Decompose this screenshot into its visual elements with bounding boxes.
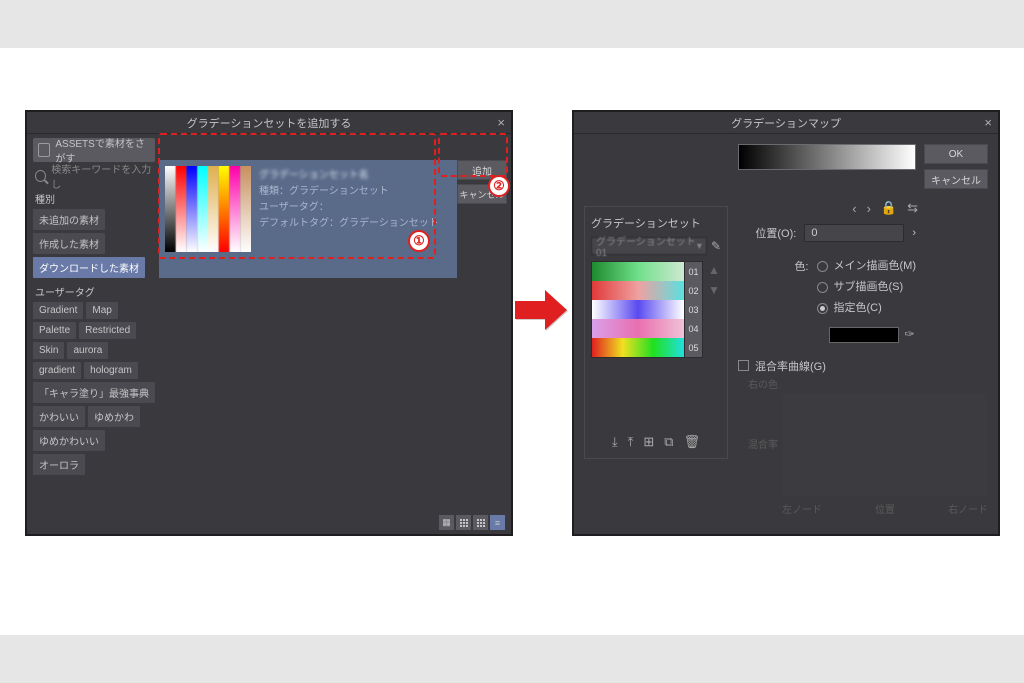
import-icon[interactable]: ⤓ [612, 434, 618, 450]
ok-button[interactable]: OK [924, 144, 988, 164]
user-tag-12[interactable]: オーロラ [33, 454, 85, 475]
page-top-bar [0, 0, 1024, 48]
swap-icon[interactable]: ⇆ [907, 200, 918, 216]
move-down-icon[interactable]: ▼ [708, 283, 720, 297]
kind-tags: 未追加の素材作成した素材ダウンロードした素材 [33, 209, 155, 278]
close-icon[interactable]: × [497, 115, 505, 130]
position-step-icon[interactable]: › [912, 227, 916, 239]
gradient-set-tools: ⤓ ⤒ ⊞ ⧉ 🗑 [591, 434, 721, 450]
dialog-title: グラデーションマップ [731, 115, 841, 131]
gradient-strip-list: 0102030405 [591, 261, 703, 358]
gradient-thumbnail [165, 166, 251, 252]
user-tag-5[interactable]: aurora [67, 342, 108, 359]
position-input[interactable]: 0 [804, 224, 904, 242]
kind-tag-2[interactable]: ダウンロードした素材 [33, 257, 145, 278]
add-gradient-set-dialog: グラデーションセットを追加する × ASSETSで素材をさがす 検索キーワードを… [25, 110, 513, 536]
radio-spec[interactable]: 指定色(C) [817, 298, 917, 319]
wand-icon[interactable]: ✎ [711, 239, 721, 253]
color-label: 色: [794, 256, 808, 274]
dialog-title: グラデーションセットを追加する [187, 115, 352, 131]
user-tag-8[interactable]: 「キャラ塗り」最強事典 [33, 382, 155, 403]
view-grid-icon[interactable] [456, 515, 471, 530]
sidebar: ASSETSで素材をさがす 検索キーワードを入力し 種別 未追加の素材作成した素… [27, 134, 159, 534]
gradient-set-panel: グラデーションセット グラデーションセット01▾ ✎ 0102030405 ▲ … [584, 206, 728, 459]
gradient-strip-1[interactable]: 02 [592, 281, 702, 300]
view-small-icon[interactable] [473, 515, 488, 530]
gradient-meta: グラデーションセット名 種類：グラデーションセット ユーザータグ： デフォルトタ… [259, 166, 439, 272]
dialog-titlebar: グラデーションセットを追加する × [27, 112, 511, 134]
keyword-search[interactable]: 検索キーワードを入力し [33, 165, 155, 187]
user-tag-0[interactable]: Gradient [33, 302, 83, 319]
export-icon[interactable]: ⤒ [628, 434, 634, 450]
user-tag-1[interactable]: Map [86, 302, 117, 319]
view-list-icon[interactable]: ≡ [490, 515, 505, 530]
page-bottom-bar [0, 635, 1024, 683]
kind-tag-1[interactable]: 作成した素材 [33, 233, 105, 254]
user-tag-10[interactable]: ゆめかわ [88, 406, 140, 427]
view-mode-icons: ▦ ≡ [439, 515, 505, 530]
eyedropper-icon[interactable]: ✑ [905, 323, 915, 346]
gradient-set-label: グラデーションセット [591, 215, 721, 231]
curve-editor [782, 393, 988, 497]
position-label: 位置(O): [755, 225, 796, 241]
axis-bottom-center: 位置 [875, 501, 895, 516]
mix-curve-label: 混合率曲線(G) [755, 358, 826, 374]
section-usertag-header: ユーザータグ [35, 284, 155, 299]
cancel-button[interactable]: キャンセル [924, 169, 988, 189]
meta-line-0: 種類：グラデーションセット [259, 184, 439, 200]
gradient-strip-3[interactable]: 04 [592, 319, 702, 338]
gradient-preview-bar[interactable] [738, 144, 916, 170]
view-large-icon[interactable]: ▦ [439, 515, 454, 530]
user-tag-11[interactable]: ゆめかわいい [33, 430, 105, 451]
axis-mid: 混合率 [738, 436, 778, 451]
user-tag-2[interactable]: Palette [33, 322, 76, 339]
meta-line-2: デフォルトタグ：グラデーションセット [259, 216, 439, 232]
axis-left: 右の色 [738, 376, 778, 391]
radio-sub[interactable]: サブ描画色(S) [817, 277, 917, 298]
assets-icon [38, 143, 50, 157]
axis-bottom-right: 右ノード [948, 501, 988, 516]
color-swatch[interactable] [829, 327, 899, 343]
gradient-preview-card[interactable]: グラデーションセット名 種類：グラデーションセット ユーザータグ： デフォルトタ… [159, 160, 457, 278]
main-area: グラデーションセット名 種類：グラデーションセット ユーザータグ： デフォルトタ… [159, 134, 511, 534]
mix-curve-checkbox[interactable] [738, 360, 749, 371]
duplicate-icon[interactable]: ⧉ [664, 434, 673, 450]
reorder-arrows: ▲ ▼ [707, 261, 721, 358]
cancel-button[interactable]: キャンセル [457, 184, 507, 204]
gradient-strip-4[interactable]: 05 [592, 338, 702, 357]
gradient-map-dialog: グラデーションマップ × グラデーションセット グラデーションセット01▾ ✎ … [572, 110, 1000, 536]
close-icon[interactable]: × [984, 115, 992, 130]
user-tag-7[interactable]: hologram [84, 362, 138, 379]
user-tag-4[interactable]: Skin [33, 342, 64, 359]
new-icon[interactable]: ⊞ [643, 434, 654, 450]
delete-icon[interactable]: 🗑 [684, 434, 701, 450]
assets-search-bar[interactable]: ASSETSで素材をさがす [33, 138, 155, 162]
axis-bottom-left: 左ノード [782, 501, 822, 516]
user-tag-6[interactable]: gradient [33, 362, 81, 379]
user-tags: GradientMap PaletteRestricted Skinaurora gr… [33, 302, 155, 475]
move-up-icon[interactable]: ▲ [708, 263, 720, 277]
arrow-icon [515, 290, 569, 330]
user-tag-3[interactable]: Restricted [79, 322, 136, 339]
gradient-strip-0[interactable]: 01 [592, 262, 702, 281]
color-radio-group: メイン描画色(M) サブ描画色(S) 指定色(C) ✑ [817, 256, 917, 346]
meta-line-1: ユーザータグ： [259, 200, 439, 216]
gradient-name: グラデーションセット名 [259, 168, 439, 184]
user-tag-9[interactable]: かわいい [33, 406, 85, 427]
add-button[interactable]: 追加 [457, 160, 507, 180]
search-icon [35, 170, 46, 182]
lock-icon[interactable]: 🔒 [881, 200, 897, 216]
kind-tag-0[interactable]: 未追加の素材 [33, 209, 105, 230]
search-placeholder: 検索キーワードを入力し [51, 161, 153, 191]
gradient-strip-2[interactable]: 03 [592, 300, 702, 319]
dialog-titlebar: グラデーションマップ × [574, 112, 998, 134]
radio-main[interactable]: メイン描画色(M) [817, 256, 917, 277]
next-icon[interactable]: › [867, 201, 871, 216]
section-kind-header: 種別 [35, 191, 155, 206]
gradient-set-dropdown[interactable]: グラデーションセット01▾ [591, 237, 707, 255]
prev-icon[interactable]: ‹ [852, 201, 856, 216]
